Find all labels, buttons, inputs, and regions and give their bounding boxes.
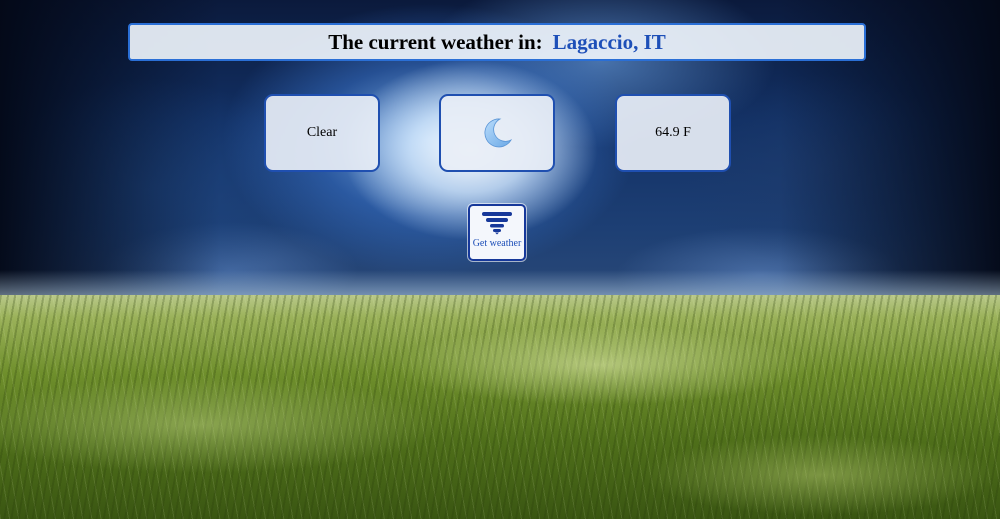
get-weather-button[interactable]: Get weather [468,204,526,261]
crescent-moon-icon [480,116,514,150]
header-bar: The current weather in: Lagaccio, IT [128,23,866,61]
weather-icon-tile [439,94,555,172]
wheat-field [0,295,1000,519]
header-prefix: The current weather in: [328,29,543,54]
temperature-tile: 64.9 F [615,94,731,172]
temperature-text: 64.9 F [655,125,691,140]
condition-text: Clear [306,125,338,140]
get-weather-label: Get weather [472,238,522,249]
condition-tile: Clear [264,94,380,172]
funnel-tornado-icon [480,211,514,235]
location-name: Lagaccio, IT [552,29,666,54]
